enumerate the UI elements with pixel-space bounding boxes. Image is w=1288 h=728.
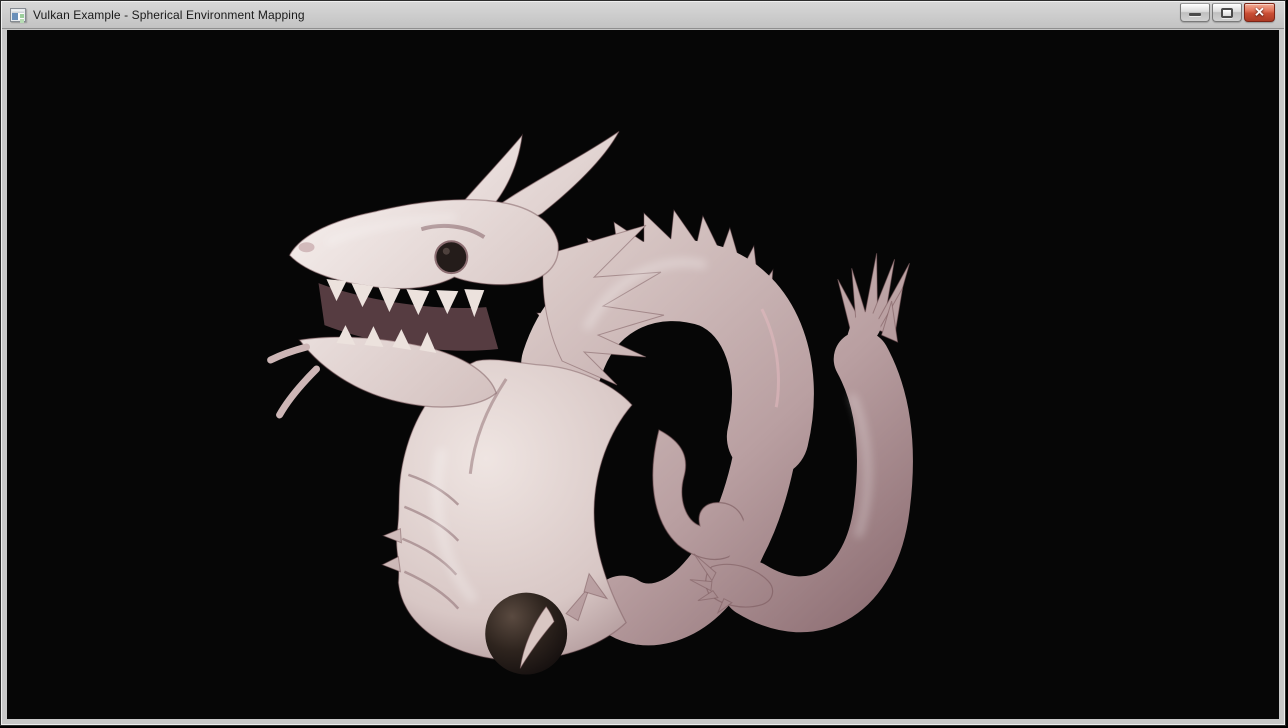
application-icon-blue-pane <box>12 13 18 20</box>
maximize-button[interactable] <box>1212 3 1242 22</box>
application-icon <box>10 8 26 22</box>
application-icon-green-pane <box>20 14 24 18</box>
application-icon-body <box>12 13 24 20</box>
dragon-ball <box>485 593 567 675</box>
dragon-whiskers <box>271 347 317 415</box>
dragon-nostril <box>299 242 315 252</box>
maximize-icon <box>1221 8 1233 18</box>
close-button[interactable]: ✕ <box>1244 3 1275 22</box>
dragon-3d-render <box>7 30 1279 719</box>
window-title: Vulkan Example - Spherical Environment M… <box>33 8 305 22</box>
minimize-button[interactable] <box>1180 3 1210 22</box>
dragon-eye <box>435 241 467 273</box>
close-icon: ✕ <box>1254 6 1265 19</box>
window-controls: ✕ <box>1180 3 1275 22</box>
minimize-icon <box>1189 13 1201 16</box>
render-viewport[interactable] <box>7 30 1279 719</box>
app-window: Vulkan Example - Spherical Environment M… <box>0 0 1286 726</box>
title-bar[interactable]: Vulkan Example - Spherical Environment M… <box>2 2 1284 29</box>
